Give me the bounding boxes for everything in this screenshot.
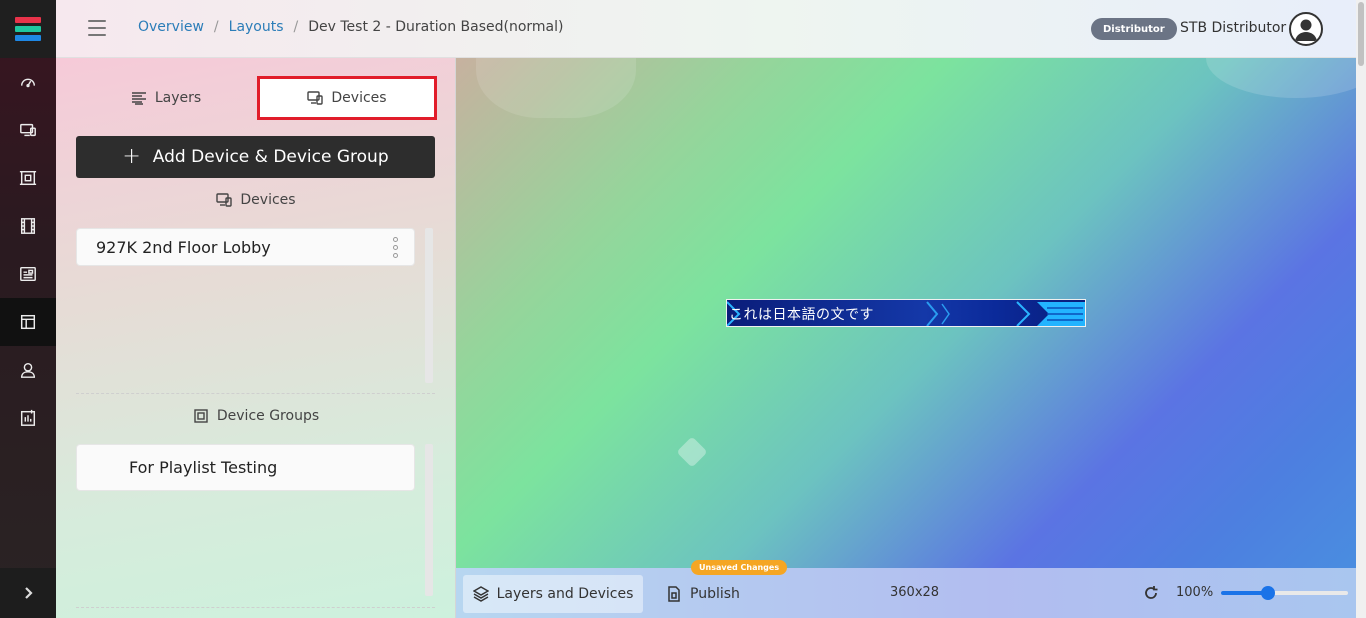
sidebar xyxy=(0,0,56,618)
background-shape xyxy=(476,58,636,118)
layers-and-devices-button[interactable]: Layers and Devices xyxy=(463,575,643,613)
dashboard-icon xyxy=(20,78,36,88)
menu-toggle-icon[interactable] xyxy=(88,20,106,36)
breadcrumb-separator: / xyxy=(213,19,219,35)
breadcrumb-separator: / xyxy=(293,19,299,35)
layout-icon xyxy=(20,314,36,330)
sidebar-item-users[interactable] xyxy=(0,346,56,394)
device-group-icon xyxy=(19,170,37,186)
publish-button[interactable]: Publish xyxy=(666,575,746,613)
section-divider xyxy=(76,393,435,394)
devices-list-scrollbar[interactable] xyxy=(425,228,433,383)
devices-icon xyxy=(216,193,233,207)
device-groups-list-scrollbar[interactable] xyxy=(425,444,433,596)
zoom-slider[interactable] xyxy=(1221,586,1348,600)
canvas-toolbar: Unsaved Changes Layers and Devices Publi… xyxy=(456,560,1356,618)
users-icon xyxy=(20,362,36,378)
chevron-right-icon xyxy=(25,587,33,599)
more-options-icon[interactable] xyxy=(393,237,398,258)
device-groups-section-label: Device Groups xyxy=(216,408,320,424)
tab-layers-label: Layers xyxy=(154,90,202,106)
tab-devices[interactable]: Devices xyxy=(257,76,437,120)
background-shape xyxy=(1206,58,1356,98)
device-group-name: For Playlist Testing xyxy=(129,458,278,477)
publish-file-icon xyxy=(668,586,680,602)
logo-icon xyxy=(15,17,41,41)
sidebar-item-reports[interactable] xyxy=(0,394,56,442)
layout-side-panel: Layers Devices + Add Device & Device Gro… xyxy=(56,58,456,618)
playlist-icon xyxy=(20,266,36,282)
device-group-list-item[interactable]: For Playlist Testing xyxy=(76,444,415,491)
tab-devices-label: Devices xyxy=(331,90,387,106)
device-groups-section-title: Device Groups xyxy=(56,408,456,424)
add-device-and-group-button[interactable]: + Add Device & Device Group xyxy=(76,136,435,178)
background-diamond-shape xyxy=(676,436,708,468)
page-scrollbar[interactable] xyxy=(1356,0,1366,618)
breadcrumb-current-layout: Dev Test 2 - Duration Based(normal) xyxy=(308,19,564,35)
unsaved-changes-badge: Unsaved Changes xyxy=(691,560,788,575)
reset-zoom-button[interactable] xyxy=(1142,584,1160,602)
devices-section-title: Devices xyxy=(56,192,456,208)
ticker-layer[interactable]: これは日本語の文です xyxy=(726,299,1086,327)
top-header: Overview / Layouts / Dev Test 2 - Durati… xyxy=(56,0,1356,58)
ticker-text: これは日本語の文です xyxy=(729,307,874,323)
breadcrumb: Overview / Layouts / Dev Test 2 - Durati… xyxy=(138,19,563,35)
zoom-level: 100% xyxy=(1176,585,1214,600)
layer-resolution: 360x28 xyxy=(890,585,940,600)
layers-and-devices-label: Layers and Devices xyxy=(496,586,634,602)
add-device-and-group-label: Add Device & Device Group xyxy=(152,147,389,167)
sidebar-expand-button[interactable] xyxy=(0,568,56,618)
layers-list-icon xyxy=(131,92,146,105)
sidebar-item-devices[interactable] xyxy=(0,106,56,154)
device-name: 927K 2nd Floor Lobby xyxy=(96,237,271,257)
tab-layers[interactable]: Layers xyxy=(86,76,246,120)
sidebar-item-media[interactable] xyxy=(0,202,56,250)
sidebar-item-dashboard[interactable] xyxy=(0,58,56,106)
layers-icon xyxy=(472,586,489,602)
devices-icon xyxy=(307,91,324,105)
device-group-icon xyxy=(194,409,208,423)
devices-icon xyxy=(20,123,36,137)
user-avatar-icon[interactable] xyxy=(1289,12,1323,46)
user-name[interactable]: STB Distributor xyxy=(1180,20,1286,36)
plus-icon: + xyxy=(122,144,141,169)
app-logo[interactable] xyxy=(0,0,56,58)
sidebar-item-device-groups[interactable] xyxy=(0,154,56,202)
reports-icon xyxy=(20,409,36,426)
film-icon xyxy=(20,218,36,234)
breadcrumb-layouts[interactable]: Layouts xyxy=(229,19,284,35)
sidebar-item-layouts[interactable] xyxy=(0,298,56,346)
zoom-slider-thumb[interactable] xyxy=(1260,586,1275,600)
device-list-item[interactable]: 927K 2nd Floor Lobby xyxy=(76,228,415,266)
sidebar-item-playlists[interactable] xyxy=(0,250,56,298)
section-divider xyxy=(76,607,435,608)
role-badge: Distributor xyxy=(1091,18,1177,40)
layout-canvas[interactable]: これは日本語の文です xyxy=(456,58,1356,568)
refresh-icon xyxy=(1145,586,1158,599)
breadcrumb-overview[interactable]: Overview xyxy=(138,19,204,35)
publish-label: Publish xyxy=(690,586,740,602)
devices-section-label: Devices xyxy=(240,192,296,208)
page-scrollbar-thumb[interactable] xyxy=(1358,2,1364,66)
